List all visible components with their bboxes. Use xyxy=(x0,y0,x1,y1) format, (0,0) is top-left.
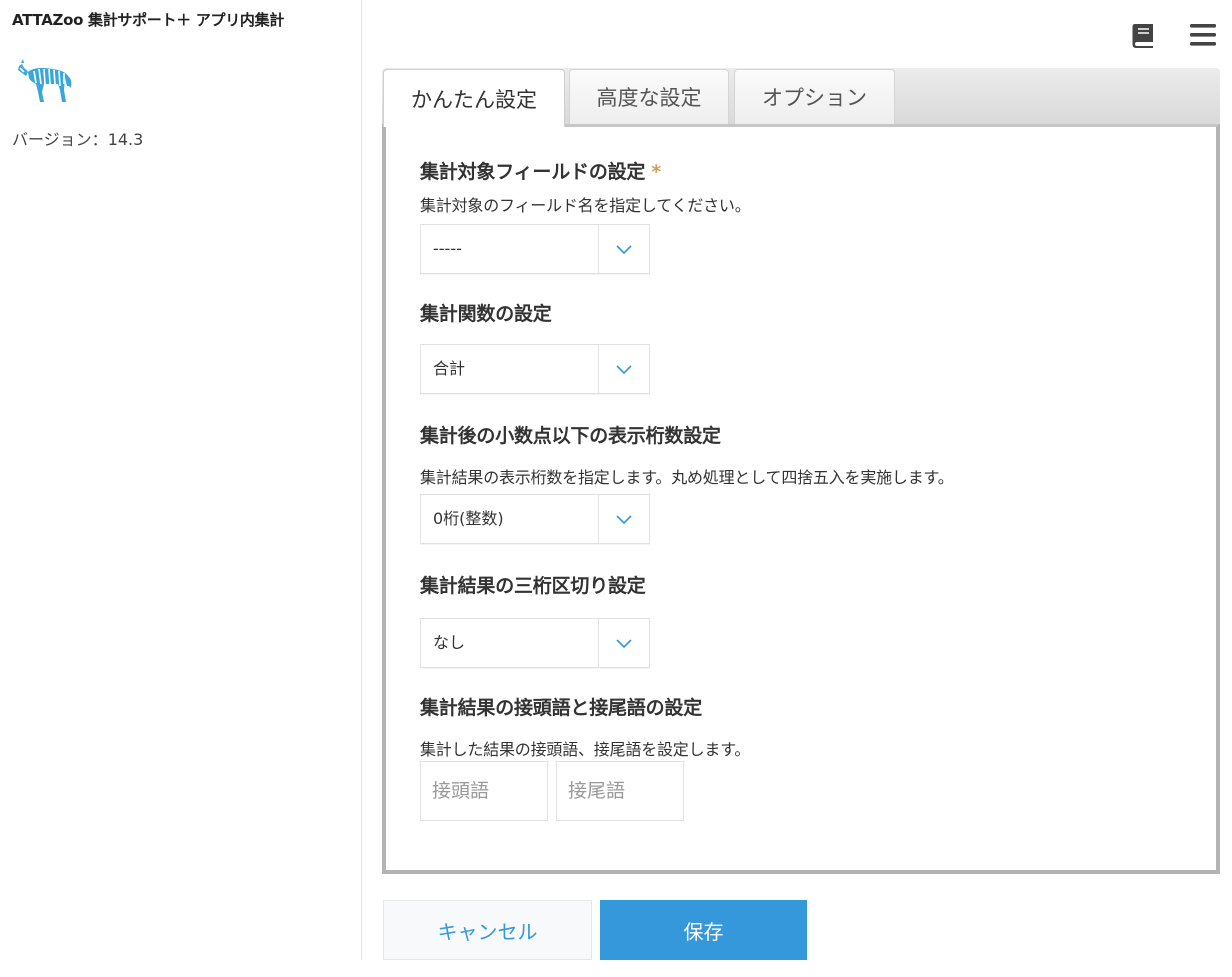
settings-panel: 集計対象フィールドの設定 * 集計対象のフィールド名を指定してください。 ----… xyxy=(382,124,1220,874)
save-button[interactable]: 保存 xyxy=(600,900,807,960)
section-title: 集計対象フィールドの設定 * xyxy=(420,157,751,184)
select-divider xyxy=(598,225,599,273)
select-divider xyxy=(598,495,599,543)
section-title: 集計結果の接頭語と接尾語の設定 xyxy=(420,697,703,719)
cancel-button[interactable]: キャンセル xyxy=(383,900,592,960)
version-value: 14.3 xyxy=(107,130,144,149)
version-info: バージョン：14.3 xyxy=(12,126,143,150)
required-mark: * xyxy=(651,161,661,183)
section-prefix-suffix: 集計結果の接頭語と接尾語の設定 集計した結果の接頭語、接尾語を設定します。 xyxy=(420,693,1020,833)
book-icon[interactable] xyxy=(1128,20,1158,50)
suffix-input[interactable] xyxy=(556,761,684,821)
header-icons xyxy=(1128,18,1218,52)
version-label: バージョン： xyxy=(12,130,108,149)
chevron-down-icon xyxy=(616,639,632,649)
chevron-down-icon xyxy=(616,365,632,375)
tab-easy-settings[interactable]: かんたん設定 xyxy=(383,69,565,127)
select-divider xyxy=(598,345,599,393)
select-value: なし xyxy=(433,633,466,652)
section-target-field: 集計対象フィールドの設定 * 集計対象のフィールド名を指定してください。 ----… xyxy=(420,157,751,274)
thousands-separator-select[interactable]: なし xyxy=(420,618,650,668)
section-title-text: 集計対象フィールドの設定 xyxy=(420,161,646,183)
decimal-places-select[interactable]: 0桁(整数) xyxy=(420,494,650,544)
select-divider xyxy=(598,619,599,667)
section-thousands-separator: 集計結果の三桁区切り設定 なし xyxy=(420,571,650,668)
settings-main: かんたん設定 高度な設定 オプション 集計対象フィールドの設定 * 集計対象のフィ… xyxy=(382,68,1220,874)
zebra-icon xyxy=(14,50,78,110)
section-title: 集計結果の三桁区切り設定 xyxy=(420,575,646,597)
target-field-select[interactable]: ----- xyxy=(420,224,650,274)
app-title: ATTAZoo 集計サポート＋ アプリ内集計 xyxy=(12,11,285,29)
chevron-down-icon xyxy=(616,245,632,255)
section-title: 集計関数の設定 xyxy=(420,303,552,325)
select-value: 0桁(整数) xyxy=(433,509,504,528)
section-aggregate-function: 集計関数の設定 合計 xyxy=(420,299,650,394)
section-description: 集計対象のフィールド名を指定してください。 xyxy=(420,196,751,215)
prefix-input[interactable] xyxy=(420,761,548,821)
select-value: ----- xyxy=(433,239,462,258)
chevron-down-icon xyxy=(616,515,632,525)
sidebar: ATTAZoo 集計サポート＋ アプリ内集計 バージョン：14.3 xyxy=(0,0,362,960)
section-description: 集計した結果の接頭語、接尾語を設定します。 xyxy=(420,740,751,759)
tab-advanced-settings[interactable]: 高度な設定 xyxy=(569,69,729,124)
section-decimal-places: 集計後の小数点以下の表示桁数設定 集計結果の表示桁数を指定します。丸め処理として… xyxy=(420,421,954,544)
hamburger-menu-icon[interactable] xyxy=(1188,20,1218,50)
aggregate-function-select[interactable]: 合計 xyxy=(420,344,650,394)
tab-options[interactable]: オプション xyxy=(734,69,895,124)
section-title: 集計後の小数点以下の表示桁数設定 xyxy=(420,425,721,447)
select-value: 合計 xyxy=(433,359,466,378)
section-description: 集計結果の表示桁数を指定します。丸め処理として四捨五入を実施します。 xyxy=(420,468,954,487)
tab-bar: かんたん設定 高度な設定 オプション xyxy=(382,68,1220,127)
